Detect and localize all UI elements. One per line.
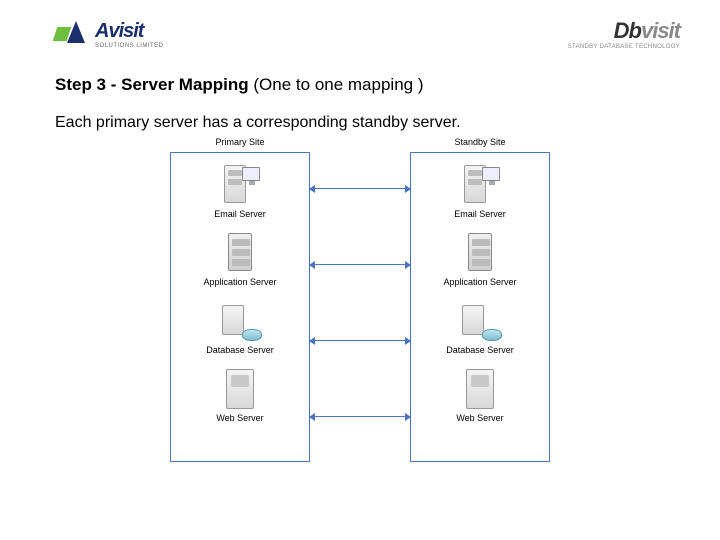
server-label: Database Server [206, 345, 274, 355]
primary-web-server: Web Server [171, 357, 309, 425]
slide-title: Step 3 - Server Mapping (One to one mapp… [55, 75, 665, 95]
server-label: Email Server [214, 209, 266, 219]
primary-db-server: Database Server [171, 289, 309, 357]
server-label: Email Server [454, 209, 506, 219]
server-label: Application Server [203, 277, 276, 287]
avisit-brand-text: Avisit [95, 21, 164, 41]
standby-db-server: Database Server [411, 289, 549, 357]
server-label: Application Server [443, 277, 516, 287]
standby-email-server: Email Server [411, 153, 549, 221]
avisit-logo-mark [55, 21, 89, 49]
primary-site-box: Primary Site Email Server Application Se… [170, 152, 310, 462]
title-bold: Step 3 - Server Mapping [55, 75, 249, 94]
standby-web-server: Web Server [411, 357, 549, 425]
avisit-tagline: SOLUTIONS LIMITED [95, 43, 164, 49]
mapping-line-email [310, 188, 410, 190]
server-label: Database Server [446, 345, 514, 355]
web-server-icon [458, 365, 502, 411]
web-server-icon [218, 365, 262, 411]
email-server-icon [218, 161, 262, 207]
server-label: Web Server [456, 413, 503, 423]
standby-site-box: Standby Site Email Server Application Se… [410, 152, 550, 462]
dbvisit-prefix: Db [614, 18, 641, 43]
slide-content: Step 3 - Server Mapping (One to one mapp… [0, 60, 720, 472]
mapping-line-web [310, 416, 410, 418]
db-server-icon [458, 297, 502, 343]
primary-email-server: Email Server [171, 153, 309, 221]
slide-subtitle: Each primary server has a corresponding … [55, 113, 665, 134]
dbvisit-logo: Dbvisit STANDBY DATABASE TECHNOLOGY [568, 20, 680, 50]
app-server-icon [218, 229, 262, 275]
title-rest: (One to one mapping ) [249, 75, 424, 94]
email-server-icon [458, 161, 502, 207]
header: Avisit SOLUTIONS LIMITED Dbvisit STANDBY… [0, 0, 720, 60]
dbvisit-suffix: visit [641, 18, 680, 43]
mapping-line-app [310, 264, 410, 266]
standby-site-label: Standby Site [411, 137, 549, 147]
mapping-line-db [310, 340, 410, 342]
primary-app-server: Application Server [171, 221, 309, 289]
app-server-icon [458, 229, 502, 275]
server-mapping-diagram: Primary Site Email Server Application Se… [170, 152, 550, 472]
server-label: Web Server [216, 413, 263, 423]
primary-site-label: Primary Site [171, 137, 309, 147]
standby-app-server: Application Server [411, 221, 549, 289]
dbvisit-tagline: STANDBY DATABASE TECHNOLOGY [568, 44, 680, 50]
db-server-icon [218, 297, 262, 343]
avisit-logo: Avisit SOLUTIONS LIMITED [55, 21, 164, 49]
